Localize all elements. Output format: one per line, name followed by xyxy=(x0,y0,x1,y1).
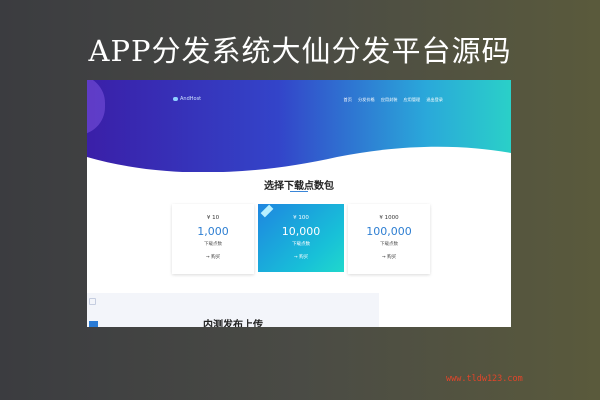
title-underline xyxy=(290,191,308,192)
nav-item-wrap[interactable]: 应用封装 xyxy=(381,97,398,103)
settings-icon[interactable] xyxy=(89,298,96,305)
buy-button[interactable]: → 购买 xyxy=(258,254,344,260)
package-card[interactable]: ¥ 1000 100,000 下载点数 → 购买 xyxy=(348,204,430,274)
buy-button[interactable]: → 购买 xyxy=(348,254,430,260)
site-logo[interactable]: AndHost xyxy=(173,96,201,102)
nav-item-manage[interactable]: 应用管理 xyxy=(403,97,420,103)
package-price: ¥ 100 xyxy=(293,215,309,221)
banner-title: APP分发系统大仙分发平台源码 xyxy=(88,34,512,68)
nav-item-logout[interactable]: 退出登录 xyxy=(426,97,443,103)
package-unit: 下载点数 xyxy=(380,242,398,247)
hero-wave xyxy=(87,146,511,180)
section-title: 选择下载点数包 xyxy=(264,181,334,192)
package-unit: 下载点数 xyxy=(292,242,310,247)
nav-item-home[interactable]: 首页 xyxy=(344,97,352,103)
hero-decoration xyxy=(87,80,105,135)
cloud-icon xyxy=(173,97,178,101)
package-price: ¥ 1000 xyxy=(379,215,399,221)
upload-section-title: 内测发布上传 xyxy=(203,320,263,327)
main-nav: 首页 分发价格 应用封装 应用管理 退出登录 xyxy=(344,97,443,103)
website-screenshot: AndHost 首页 分发价格 应用封装 应用管理 退出登录 选择下载点数包 ¥… xyxy=(87,80,511,327)
nav-item-pricing[interactable]: 分发价格 xyxy=(358,97,375,103)
package-count: 1,000 xyxy=(197,225,229,238)
watermark: www.tldw123.com xyxy=(446,374,523,384)
package-card[interactable]: ¥ 10 1,000 下载点数 → 购买 xyxy=(172,204,254,274)
package-count: 100,000 xyxy=(366,225,412,238)
package-unit: 下载点数 xyxy=(204,242,222,247)
hero-banner: AndHost 首页 分发价格 应用封装 应用管理 退出登录 xyxy=(87,80,511,180)
buy-button[interactable]: → 购买 xyxy=(172,254,254,260)
package-price: ¥ 10 xyxy=(206,215,220,221)
logo-text: AndHost xyxy=(180,96,202,102)
package-count: 10,000 xyxy=(281,225,321,238)
package-card-featured[interactable]: ¥ 100 10,000 下载点数 → 购买 xyxy=(258,204,344,272)
